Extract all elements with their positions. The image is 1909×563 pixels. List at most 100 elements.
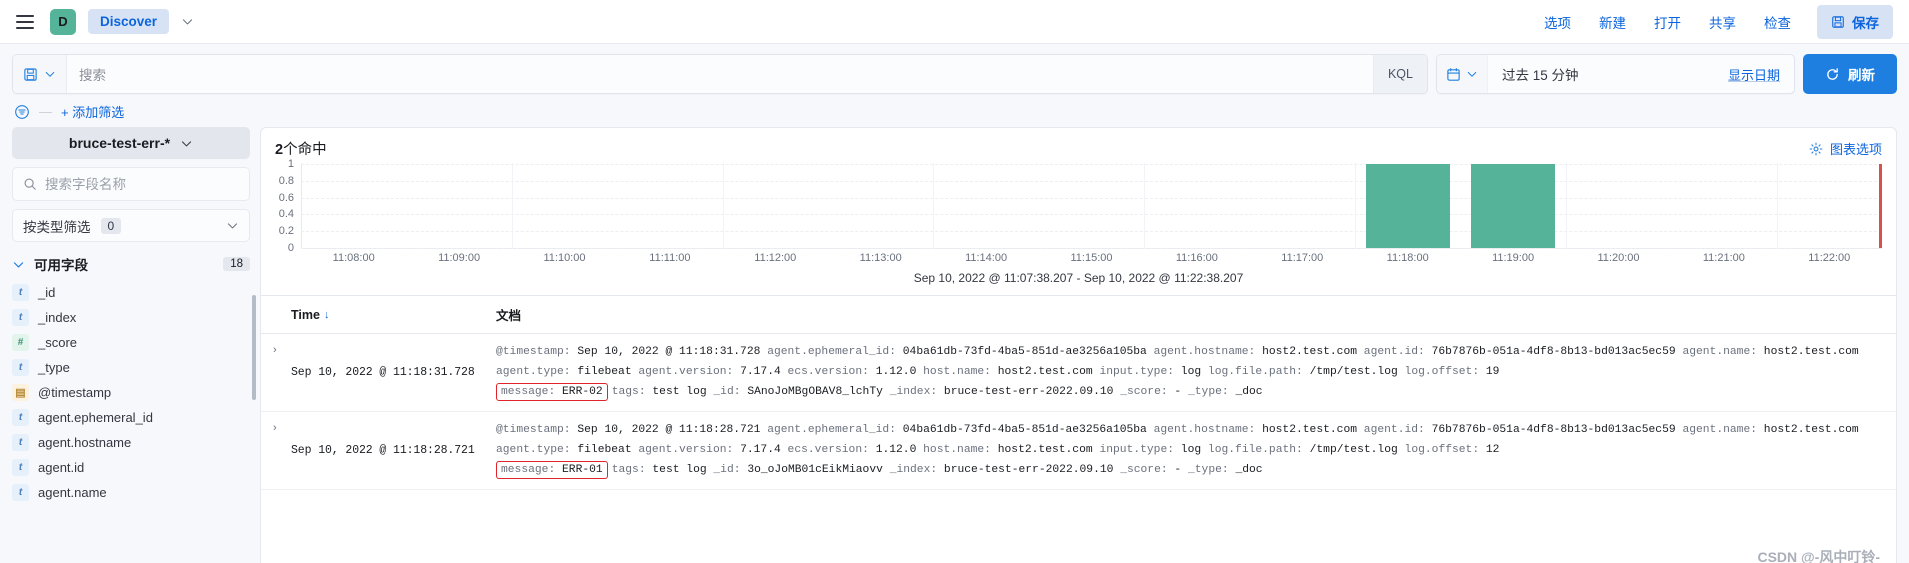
search-field-name-input[interactable] (45, 176, 239, 192)
chart-x-tick-label: 11:12:00 (754, 252, 797, 264)
add-filter-button[interactable]: + 添加筛选 (61, 102, 124, 121)
field-value: 3o_oJoMB01cEikMiaovv (747, 464, 890, 476)
field-value: log (1180, 366, 1208, 378)
table-row[interactable]: › Sep 10, 2022 @ 11:18:31.728 @timestamp: … (261, 334, 1896, 412)
field-item[interactable]: # _score (12, 330, 250, 355)
top-nav-actions: 选项 新建 打开 共享 检查 保存 (1530, 4, 1893, 39)
nav-new-button[interactable]: 新建 (1585, 6, 1640, 38)
field-item[interactable]: t agent.ephemeral_id (12, 405, 250, 430)
nav-inspect-button[interactable]: 检查 (1750, 6, 1805, 38)
chart-x-tick-label: 11:21:00 (1702, 252, 1745, 264)
field-key: _index: (889, 464, 944, 476)
chevron-right-icon[interactable]: › (261, 422, 277, 434)
field-key: tags: (611, 386, 653, 398)
chart-vertical-gridline (1354, 163, 1356, 249)
expand-row-cell[interactable]: › (261, 342, 291, 402)
chart-x-tick-label: 11:08:00 (332, 252, 375, 264)
app-logo-badge: D (50, 8, 76, 35)
filter-by-type-button[interactable]: 按类型筛选 0 (12, 209, 250, 242)
chart-x-tick-label: 11:15:00 (1070, 252, 1113, 264)
chart-bar[interactable] (1365, 164, 1450, 248)
breadcrumb-discover[interactable]: Discover (88, 9, 170, 34)
field-value: bruce-test-err-2022.09.10 (943, 464, 1121, 476)
field-key: message: (501, 464, 563, 476)
field-search-box[interactable] (12, 167, 250, 201)
chart-x-tick-label: 11:17:00 (1281, 252, 1324, 264)
date-picker-group: 过去 15 分钟 显示日期 (1435, 54, 1795, 94)
chart-plot-area[interactable]: 0 0.2 0.4 0.6 0.8 1 (279, 158, 1882, 254)
sort-descending-icon[interactable]: ↓ (324, 309, 330, 321)
chart-x-tick-label: 11:14:00 (965, 252, 1008, 264)
chevron-right-icon[interactable]: › (261, 344, 277, 356)
show-dates-button[interactable]: 显示日期 (1714, 65, 1794, 84)
expand-row-cell[interactable]: › (261, 420, 291, 480)
nav-open-button[interactable]: 打开 (1640, 6, 1695, 38)
field-item[interactable]: t _index (12, 305, 250, 330)
field-key: agent.hostname: (1153, 424, 1263, 436)
field-sidebar: bruce-test-err-* 按类型筛选 0 (12, 127, 260, 563)
save-button[interactable]: 保存 (1817, 4, 1893, 39)
field-value: test log (652, 386, 714, 398)
chart-vertical-gridline (933, 163, 935, 249)
nav-share-button[interactable]: 共享 (1695, 6, 1750, 38)
hits-count-suffix: 个命中 (283, 142, 327, 158)
available-fields-header[interactable]: 可用字段 18 (12, 254, 250, 274)
refresh-button[interactable]: 刷新 (1803, 54, 1897, 94)
field-item[interactable]: t agent.name (12, 480, 250, 505)
field-item[interactable]: t agent.id (12, 455, 250, 480)
menu-icon[interactable] (16, 14, 34, 29)
chart-x-tick-label: 11:18:00 (1386, 252, 1429, 264)
hits-count-text: 2个命中 (275, 138, 327, 159)
saved-query-button[interactable] (13, 55, 67, 93)
field-name: _type (38, 360, 70, 375)
histogram-chart[interactable]: 0 0.2 0.4 0.6 0.8 1 11:08:00 11:09:00 11:10:00 1… (261, 158, 1896, 295)
field-item[interactable]: ▤ @timestamp (12, 380, 250, 405)
field-value: 7.17.4 (740, 366, 788, 378)
field-key: agent.id: (1363, 346, 1432, 358)
index-pattern-selector[interactable]: bruce-test-err-* (12, 127, 250, 159)
chart-y-tick-label: 0.2 (278, 225, 294, 238)
nav-options-button[interactable]: 选项 (1530, 6, 1585, 38)
field-value: _doc (1235, 386, 1263, 398)
field-value: ERR-01 (562, 464, 603, 476)
field-key: _id: (713, 464, 748, 476)
field-type-string-icon: t (12, 459, 29, 476)
index-pattern-label: bruce-test-err-* (68, 135, 171, 151)
chart-y-tick-label: 0 (287, 242, 294, 254)
chart-gridline (301, 164, 1882, 165)
filter-bar: — + 添加筛选 (0, 94, 1909, 127)
query-bar: 搜索 KQL 过去 15 分钟 显示日期 刷新 (12, 54, 1897, 94)
search-input[interactable]: 搜索 (67, 55, 1373, 93)
time-range-display[interactable]: 过去 15 分钟 (1488, 64, 1714, 84)
field-type-string-icon: t (12, 484, 29, 501)
chart-x-tick-labels: 11:08:00 11:09:00 11:10:00 11:11:00 11:12:00… (301, 249, 1882, 267)
field-key: host.name: (923, 444, 998, 456)
documents-table: Time ↓ 文档 › Sep 10, 2022 @ 11:18:31.728 @t… (261, 295, 1896, 490)
watermark-text: CSDN @-风中叮铃- (1757, 549, 1880, 563)
calendar-quickselect-button[interactable] (1436, 55, 1488, 93)
chevron-down-icon[interactable] (181, 15, 194, 28)
chart-bar[interactable] (1470, 164, 1556, 248)
sidebar-scrollbar[interactable] (252, 295, 256, 400)
chevron-down-icon (180, 137, 193, 150)
field-name: _index (38, 310, 77, 325)
field-item[interactable]: t _id (12, 280, 250, 305)
filter-by-type-label: 按类型筛选 (23, 219, 91, 235)
field-key: _id: (713, 386, 748, 398)
chart-options-button[interactable]: 图表选项 (1809, 139, 1882, 158)
available-fields-label: 可用字段 (34, 258, 88, 273)
table-row[interactable]: › Sep 10, 2022 @ 11:18:28.721 @timestamp: … (261, 412, 1896, 490)
filter-options-icon[interactable] (14, 104, 30, 120)
table-body: › Sep 10, 2022 @ 11:18:31.728 @timestamp: … (261, 334, 1896, 490)
field-key: _score: (1120, 464, 1175, 476)
chevron-down-icon (44, 68, 56, 80)
chart-vertical-gridline (1776, 163, 1778, 249)
chevron-down-icon (12, 258, 25, 271)
field-item[interactable]: t _type (12, 355, 250, 380)
chevron-down-icon (226, 219, 239, 232)
time-column-header[interactable]: Time ↓ (291, 305, 496, 324)
field-item[interactable]: t agent.hostname (12, 430, 250, 455)
field-key: tags: (611, 464, 653, 476)
field-name: agent.hostname (38, 435, 132, 450)
query-language-button[interactable]: KQL (1372, 55, 1427, 93)
